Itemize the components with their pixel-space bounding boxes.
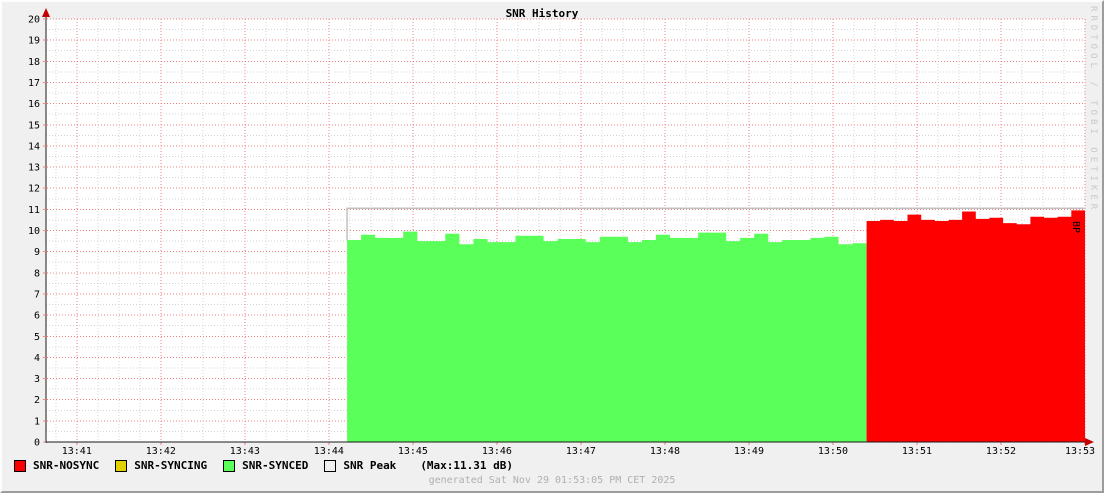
legend-item: SNR-SYNCING — [115, 459, 207, 472]
series-area-snr-synced — [347, 232, 867, 442]
y-tick-label: 13 — [28, 163, 40, 174]
series-area-snr-nosync — [867, 210, 1085, 442]
y-tick-label: 3 — [34, 374, 40, 385]
y-tick-label: 15 — [28, 120, 40, 131]
x-tick-label: 13:53 — [1065, 446, 1095, 457]
rrdtool-graph: SNR History 0123456789101112131415161718… — [0, 0, 1104, 493]
x-tick-label: 13:47 — [566, 446, 596, 457]
x-tick-label: 13:46 — [482, 446, 512, 457]
y-tick-label: 14 — [28, 141, 40, 152]
rrdtool-watermark: RRDTOOL / TOBI OETIKER — [1088, 6, 1098, 213]
y-tick-label: 5 — [34, 332, 40, 343]
x-tick-label: 13:49 — [734, 446, 764, 457]
y-tick-label: 19 — [28, 36, 40, 47]
legend-item-label: SNR-SYNCING — [134, 459, 207, 472]
y-axis-arrow — [42, 8, 50, 17]
right-axis-label: BP — [1070, 221, 1081, 233]
x-tick-label: 13:50 — [818, 446, 848, 457]
y-tick-label: 7 — [34, 289, 40, 300]
x-axis-arrow — [1085, 438, 1094, 446]
legend-item: SNR-NOSYNC — [14, 459, 99, 472]
x-tick-label: 13:45 — [398, 446, 428, 457]
x-tick-label: 13:42 — [146, 446, 176, 457]
y-tick-label: 6 — [34, 311, 40, 322]
legend-swatch — [324, 460, 336, 472]
y-tick-label: 12 — [28, 184, 40, 195]
legend-item-label: SNR-NOSYNC — [33, 459, 99, 472]
snr-chart: 0123456789101112131415161718192013:4113:… — [2, 2, 1102, 457]
legend: SNR-NOSYNCSNR-SYNCINGSNR-SYNCEDSNR Peak … — [14, 459, 513, 472]
legend-swatch — [14, 460, 26, 472]
legend-item-label: SNR-SYNCED — [242, 459, 308, 472]
y-tick-label: 1 — [34, 416, 40, 427]
y-tick-label: 17 — [28, 78, 40, 89]
legend-item: SNR-SYNCED — [223, 459, 308, 472]
x-tick-label: 13:52 — [986, 446, 1016, 457]
x-tick-label: 13:41 — [62, 446, 92, 457]
legend-max-note: (Max:11.31 dB) — [420, 459, 513, 472]
y-tick-label: 2 — [34, 395, 40, 406]
y-tick-label: 8 — [34, 268, 40, 279]
y-tick-label: 16 — [28, 99, 40, 110]
x-tick-label: 13:51 — [902, 446, 932, 457]
y-tick-label: 20 — [28, 15, 40, 26]
y-tick-label: 9 — [34, 247, 40, 258]
legend-swatch — [223, 460, 235, 472]
legend-item-label: SNR Peak — [343, 459, 396, 472]
x-tick-label: 13:48 — [650, 446, 680, 457]
y-tick-label: 10 — [28, 226, 40, 237]
legend-swatch — [115, 460, 127, 472]
x-tick-label: 13:44 — [314, 446, 344, 457]
legend-item: SNR Peak — [324, 459, 396, 472]
x-tick-label: 13:43 — [230, 446, 260, 457]
legend-items: SNR-NOSYNC SNR-SYNCING SNR-SYNCED SNR Peak — [14, 459, 412, 472]
y-tick-label: 18 — [28, 57, 40, 68]
y-tick-label: 4 — [34, 353, 40, 364]
y-tick-label: 11 — [28, 205, 40, 216]
footer-timestamp: generated Sat Nov 29 01:53:05 PM CET 202… — [2, 475, 1102, 486]
y-tick-label: 0 — [34, 438, 40, 449]
